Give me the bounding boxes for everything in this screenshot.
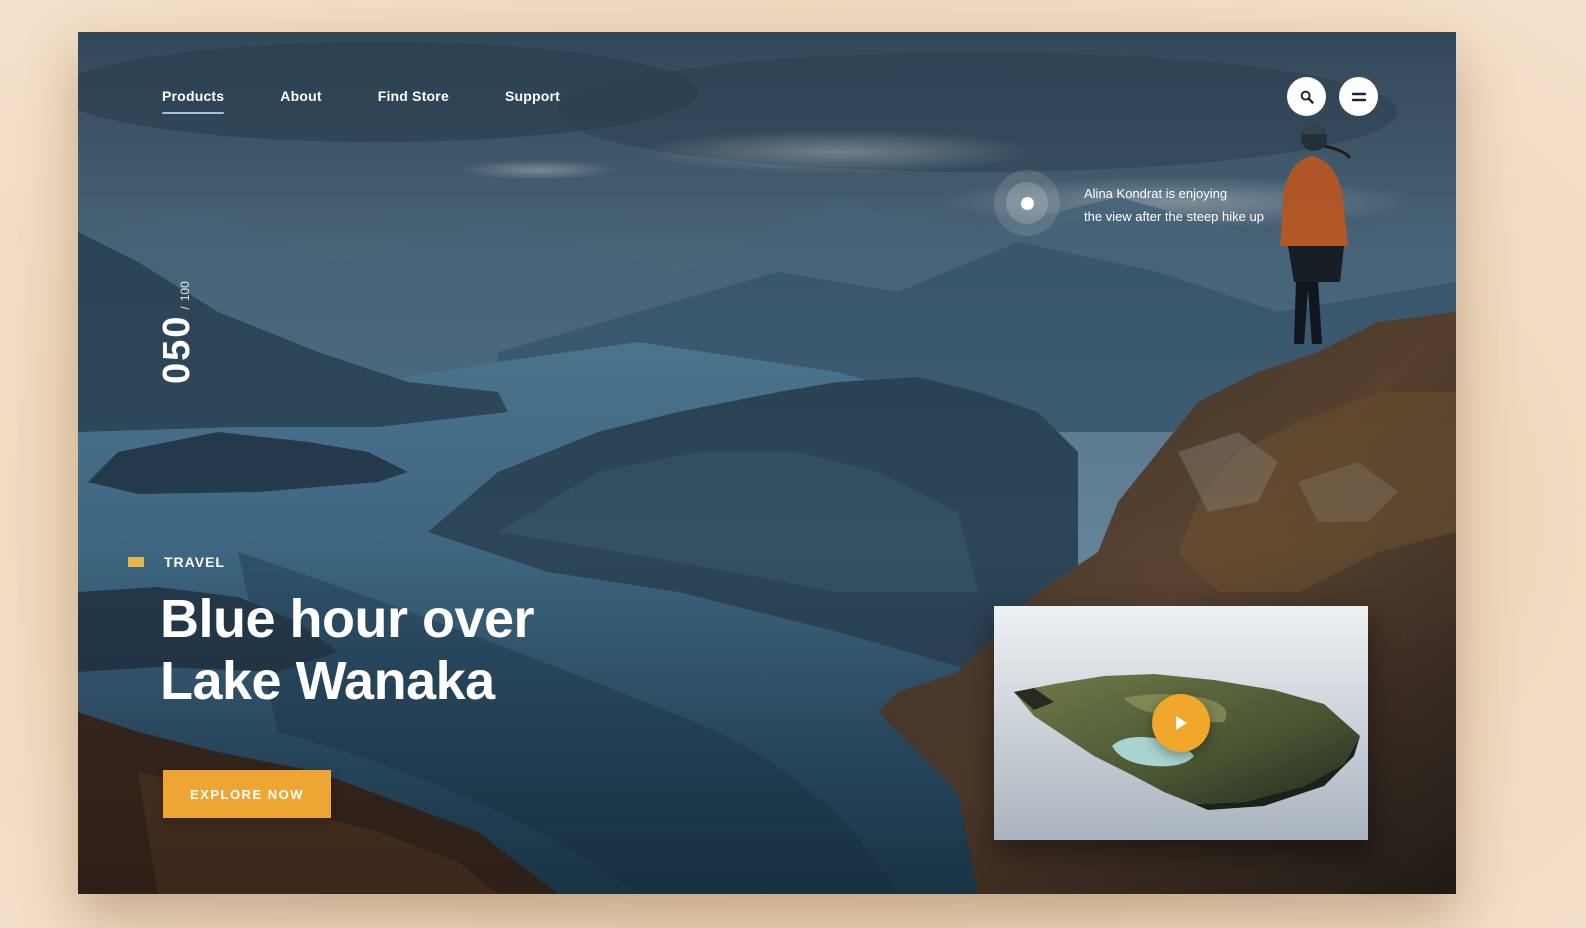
hero-title: Blue hour over Lake Wanaka <box>160 588 535 712</box>
slide-counter-separator: / <box>178 306 192 310</box>
menu-button[interactable] <box>1339 77 1378 116</box>
hotspot-dot <box>1020 196 1034 210</box>
hotspot-caption: Alina Kondrat is enjoying the view after… <box>1084 182 1314 228</box>
search-button[interactable] <box>1287 77 1326 116</box>
hotspot-caption-line1: Alina Kondrat is enjoying <box>1084 186 1228 201</box>
category-tag: TRAVEL <box>128 554 225 570</box>
slide-counter-current: 050 <box>156 314 198 384</box>
category-swatch <box>128 557 144 567</box>
explore-now-button[interactable]: EXPLORE NOW <box>163 770 331 818</box>
play-button[interactable] <box>1152 694 1210 752</box>
nav-item-support[interactable]: Support <box>505 88 560 114</box>
hotspot-caption-line2: the view after the steep hike up <box>1084 209 1264 224</box>
nav-item-products[interactable]: Products <box>162 88 225 114</box>
nav-item-find-store[interactable]: Find Store <box>378 88 449 114</box>
hotspot-ring <box>1006 182 1048 224</box>
video-thumbnail-card[interactable] <box>994 606 1368 840</box>
main-nav: Products About Find Store Support <box>162 88 560 114</box>
hero-title-line1: Blue hour over <box>160 589 535 649</box>
hero-frame: Products About Find Store Support 050 / … <box>78 32 1456 894</box>
search-icon <box>1300 90 1314 104</box>
menu-icon <box>1351 92 1366 101</box>
category-label: TRAVEL <box>164 554 225 570</box>
nav-item-about[interactable]: About <box>280 88 321 114</box>
slide-counter-total: 100 <box>178 281 192 302</box>
hero-title-line2: Lake Wanaka <box>160 651 495 711</box>
play-icon <box>1176 716 1187 730</box>
slide-counter: 050 / 100 <box>156 281 199 384</box>
image-hotspot[interactable] <box>994 170 1060 236</box>
